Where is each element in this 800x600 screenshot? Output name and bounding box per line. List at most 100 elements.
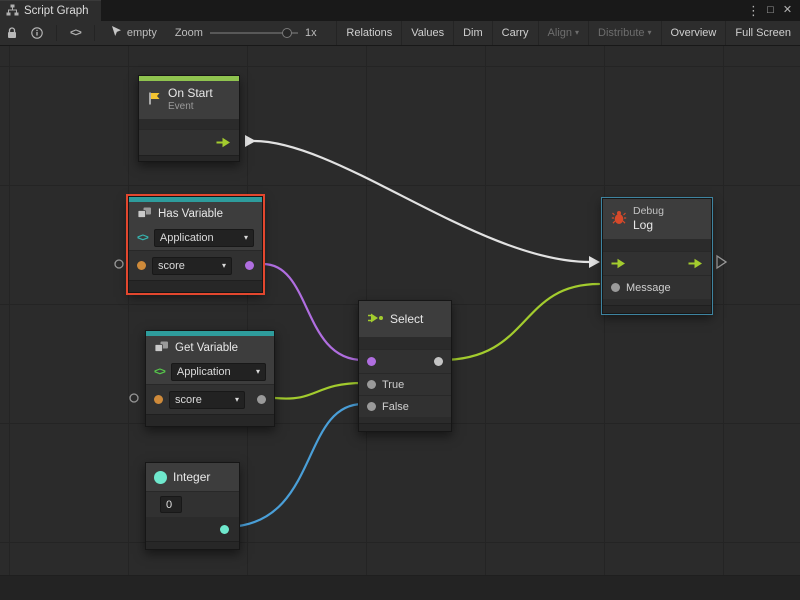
integer-output-port[interactable] [220,525,229,534]
close-window-icon[interactable]: ✕ [779,0,796,21]
node-footer [603,305,711,313]
wire-has-variable-to-select[interactable] [263,264,363,360]
unconnected-flow-port-log[interactable] [717,256,726,268]
variable-name-input-port[interactable] [137,261,146,270]
bug-icon [611,210,627,228]
flow-output-port[interactable] [688,258,703,269]
selection-output-port[interactable] [434,357,443,366]
zoom-slider-handle[interactable] [282,28,292,38]
lock-icon[interactable] [0,21,24,45]
scope-dropdown[interactable]: Application ▾ [154,229,254,247]
variable-name-input-port[interactable] [154,395,163,404]
scope-dropdown[interactable]: Application ▾ [171,363,266,381]
node-get-variable[interactable]: Get Variable <> Application ▾ score ▾ [145,330,275,427]
align-button[interactable]: Align ▾ [538,21,588,45]
variable-boxes-icon [154,341,169,356]
integer-type-icon [154,471,167,484]
toolbar-separator [56,25,57,41]
true-port-label: True [382,379,404,391]
selection-status: empty [101,25,167,41]
script-graph-window: Script Graph ⋮ □ ✕ <> empty Zoom [0,0,800,600]
node-has-variable[interactable]: Has Variable <> Application ▾ score ▾ [128,196,263,293]
variable-value: score [175,394,202,406]
variable-boxes-icon [137,207,152,222]
node-header[interactable]: On Start Event [139,81,239,119]
restore-window-icon[interactable]: □ [762,0,779,21]
distribute-button[interactable]: Distribute ▾ [588,21,660,45]
window-controls: ⋮ □ ✕ [745,0,800,21]
true-input-port[interactable] [367,380,376,389]
align-label: Align [548,27,572,39]
node-title: On Start [168,86,213,101]
overview-button[interactable]: Overview [661,21,726,45]
cursor-icon [111,25,122,41]
flow-output-port[interactable] [216,137,231,148]
node-select[interactable]: Select True False [358,300,452,432]
node-header[interactable]: Has Variable [129,202,262,226]
unconnected-port-get-variable[interactable] [130,394,138,402]
chevron-down-icon: ▾ [244,234,248,242]
scope-row: <> Application ▾ [146,360,274,384]
false-input-port[interactable] [367,402,376,411]
variable-dropdown[interactable]: score ▾ [152,257,232,275]
tab-script-graph[interactable]: Script Graph [0,0,101,21]
full-screen-button[interactable]: Full Screen [725,21,800,45]
node-title: Select [390,312,423,326]
flow-output-cap-on-start[interactable] [245,135,256,147]
wire-select-to-log-message[interactable] [441,284,599,360]
node-header[interactable]: Integer [146,463,239,491]
node-title: Has Variable [158,208,223,220]
node-header[interactable]: Debug Log [603,199,711,239]
node-debug-log[interactable]: Debug Log Message [602,198,712,314]
scope-value: Application [177,366,231,378]
wire-get-variable-to-select-true[interactable] [275,383,363,399]
flow-input-port[interactable] [611,258,626,269]
node-footer [139,155,239,161]
relations-button[interactable]: Relations [336,21,401,45]
node-header[interactable]: Get Variable [146,336,274,360]
graph-icon [6,4,19,19]
node-spacer [359,337,451,349]
wire-on-start-to-log[interactable] [254,141,590,262]
variable-dropdown[interactable]: score ▾ [169,391,245,409]
zoom-value: 1x [305,27,317,39]
chevron-down-icon: ▾ [235,396,239,404]
result-output-port[interactable] [245,261,254,270]
node-on-start[interactable]: On Start Event [138,75,240,162]
chevron-down-icon: ▾ [648,29,652,37]
false-port-label: False [382,401,409,413]
tab-bar: Script Graph ⋮ □ ✕ [0,0,800,21]
zoom-label: Zoom [175,27,203,39]
node-footer [146,541,239,549]
carry-button[interactable]: Carry [492,21,538,45]
graph-canvas[interactable]: On Start Event Has Variable [0,46,800,600]
port-row: False [359,395,451,417]
value-output-port[interactable] [257,395,266,404]
node-subtitle: Event [168,101,213,114]
value-row: 0 [146,491,239,517]
info-icon[interactable] [24,21,50,45]
integer-value-input[interactable]: 0 [160,496,182,513]
dim-button[interactable]: Dim [453,21,492,45]
unconnected-port-has-variable[interactable] [115,260,123,268]
kebab-menu-icon[interactable]: ⋮ [745,0,762,21]
angle-brackets-icon[interactable]: <> [63,21,88,45]
zoom-slider[interactable] [210,27,298,39]
message-input-port[interactable] [611,283,620,292]
port-row: score ▾ [129,250,262,280]
variable-value: score [158,260,185,272]
port-row: True [359,373,451,395]
message-port-label: Message [626,282,671,294]
port-row [139,129,239,155]
node-footer [146,414,274,426]
flow-input-cap-log[interactable] [589,256,600,268]
node-spacer [146,517,239,541]
values-button[interactable]: Values [401,21,453,45]
port-row: Message [603,275,711,299]
port-row [359,349,451,373]
node-header[interactable]: Select [359,301,451,337]
node-integer[interactable]: Integer 0 [145,462,240,550]
condition-input-port[interactable] [367,357,376,366]
node-title: Log [633,218,664,233]
select-branch-icon [367,312,384,327]
